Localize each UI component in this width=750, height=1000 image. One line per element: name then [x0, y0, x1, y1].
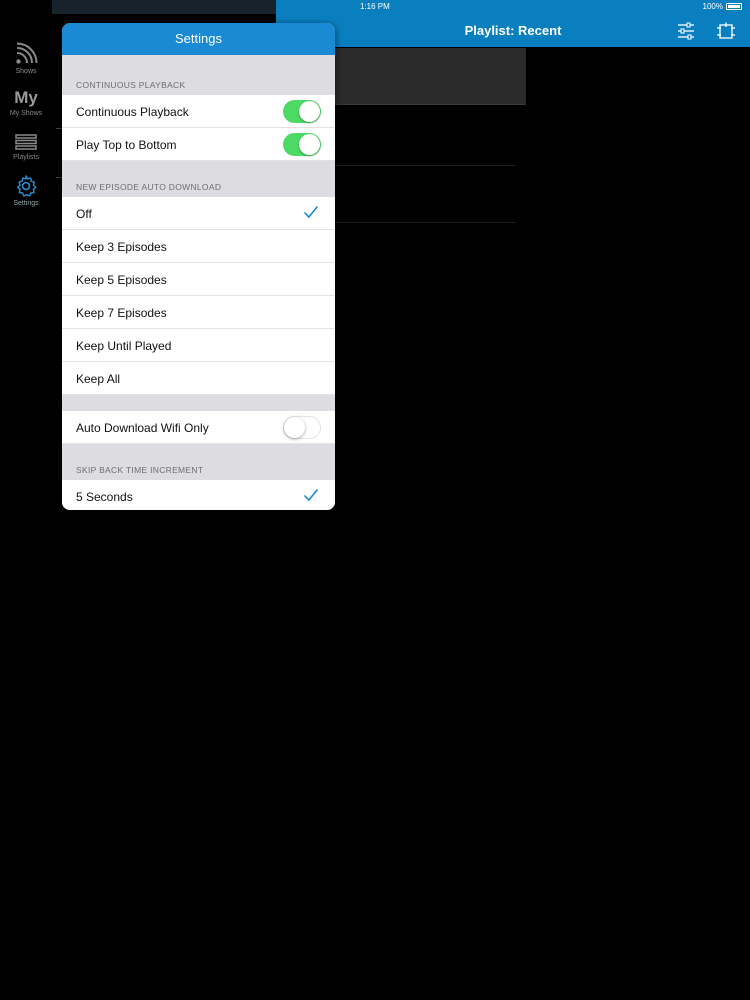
status-time: 1:16 PM — [360, 2, 390, 11]
row-play-top-to-bottom[interactable]: Play Top to Bottom — [62, 128, 335, 161]
battery-indicator: 100% — [703, 2, 742, 11]
row-keep-until-played[interactable]: Keep Until Played — [62, 329, 335, 362]
toggle-knob — [284, 417, 305, 438]
sidebar-item-label: My Shows — [9, 110, 43, 117]
row-label: Play Top to Bottom — [76, 138, 177, 152]
row-keep-5[interactable]: Keep 5 Episodes — [62, 263, 335, 296]
section-header-continuous: CONTINUOUS PLAYBACK — [62, 55, 335, 95]
settings-popover: Settings CONTINUOUS PLAYBACK Continuous … — [62, 23, 335, 510]
battery-icon — [726, 3, 742, 10]
play-top-to-bottom-toggle[interactable] — [283, 133, 321, 156]
app-screen: Shows My My Shows Playlists Settings 1:1… — [0, 0, 750, 1000]
my-shows-icon: My — [14, 88, 38, 107]
settings-title: Settings — [62, 23, 335, 55]
row-5-seconds[interactable]: 5 Seconds — [62, 480, 335, 510]
section-header-skip-back: SKIP BACK TIME INCREMENT — [62, 444, 335, 480]
checkmark-icon — [303, 488, 319, 502]
row-continuous-playback[interactable]: Continuous Playback — [62, 95, 335, 128]
sidebar-item-label: Shows — [15, 68, 37, 75]
section-header-auto-download: NEW EPISODE AUTO DOWNLOAD — [62, 161, 335, 197]
sidebar-item-settings[interactable]: Settings — [0, 174, 52, 207]
row-label: Continuous Playback — [76, 105, 189, 119]
row-label: Keep All — [76, 372, 121, 386]
toggle-knob — [299, 101, 320, 122]
sidebar: Shows My My Shows Playlists Settings — [0, 0, 52, 1000]
toggle-knob — [299, 134, 320, 155]
gear-icon — [16, 175, 37, 197]
row-wifi-only[interactable]: Auto Download Wifi Only — [62, 411, 335, 444]
sidebar-item-shows[interactable]: Shows — [0, 42, 52, 75]
navbar: Playlist: Recent — [276, 14, 750, 47]
row-label: Off — [76, 207, 92, 221]
continuous-playback-toggle[interactable] — [283, 100, 321, 123]
row-download-off[interactable]: Off — [62, 197, 335, 230]
row-label: Keep 3 Episodes — [76, 240, 167, 254]
background-episode-card — [326, 48, 526, 105]
checkmark-icon — [303, 205, 319, 219]
row-label: Keep 5 Episodes — [76, 273, 167, 287]
divider — [326, 222, 516, 223]
header-strip — [52, 0, 276, 14]
row-keep-3[interactable]: Keep 3 Episodes — [62, 230, 335, 263]
sidebar-item-my-shows[interactable]: My My Shows — [0, 88, 52, 117]
row-keep-all[interactable]: Keep All — [62, 362, 335, 395]
sidebar-item-label: Playlists — [13, 154, 39, 161]
stack-icon — [15, 134, 37, 150]
row-label: 5 Seconds — [76, 490, 133, 504]
edit-icon[interactable] — [716, 22, 736, 40]
wifi-only-toggle[interactable] — [283, 416, 321, 439]
row-label: Keep Until Played — [76, 339, 172, 353]
battery-percent: 100% — [702, 2, 723, 11]
divider — [326, 165, 516, 166]
row-keep-7[interactable]: Keep 7 Episodes — [62, 296, 335, 329]
sidebar-item-playlists[interactable]: Playlists — [0, 132, 52, 161]
status-bar: 1:16 PM 100% — [276, 0, 750, 14]
list-settings-icon[interactable] — [676, 22, 696, 40]
rss-icon — [16, 42, 38, 64]
row-label: Auto Download Wifi Only — [76, 421, 209, 435]
section-gap — [62, 395, 335, 411]
sidebar-item-label: Settings — [13, 200, 39, 207]
row-label: Keep 7 Episodes — [76, 306, 167, 320]
